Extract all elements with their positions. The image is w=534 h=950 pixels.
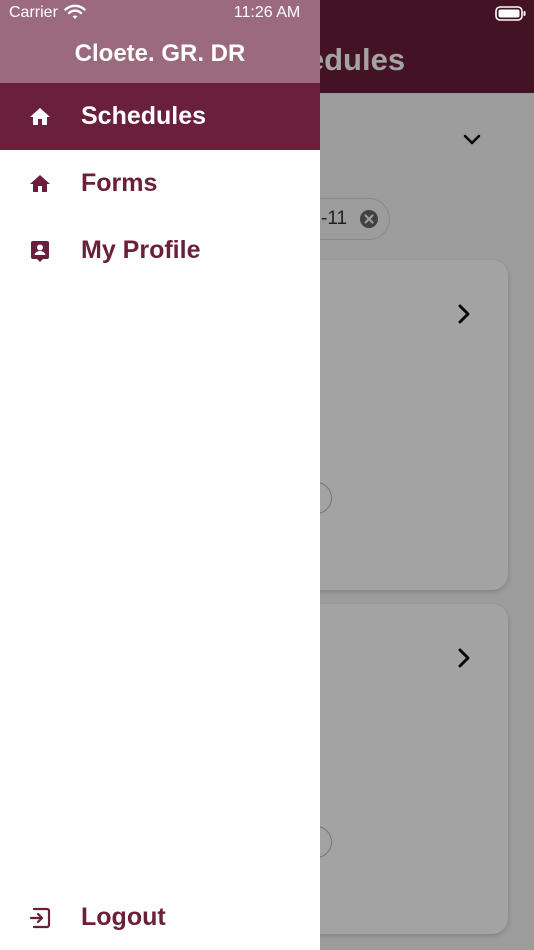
home-icon	[30, 175, 50, 192]
clock-label: 11:26 AM	[233, 4, 301, 21]
drawer-item-my-profile[interactable]: My Profile	[0, 217, 320, 284]
battery-icon	[495, 6, 526, 21]
drawer-item-schedules[interactable]: Schedules	[0, 83, 320, 150]
logout-label: Logout	[81, 903, 166, 931]
logout-button[interactable]: Logout	[0, 884, 320, 950]
user-name: Cloete. GR. DR	[74, 40, 246, 67]
drawer-item-label: My Profile	[81, 236, 201, 264]
drawer-item-forms[interactable]: Forms	[0, 150, 320, 217]
profile-badge-icon	[31, 241, 49, 262]
drawer-item-label: Forms	[81, 169, 158, 197]
logout-icon	[29, 907, 51, 929]
navigation-drawer: Cloete. GR. DR Schedules Forms My Profil…	[0, 0, 320, 950]
drawer-item-label: Schedules	[81, 102, 207, 130]
status-bar: Carrier 11:26 AM	[0, 0, 534, 27]
home-icon	[30, 108, 50, 125]
